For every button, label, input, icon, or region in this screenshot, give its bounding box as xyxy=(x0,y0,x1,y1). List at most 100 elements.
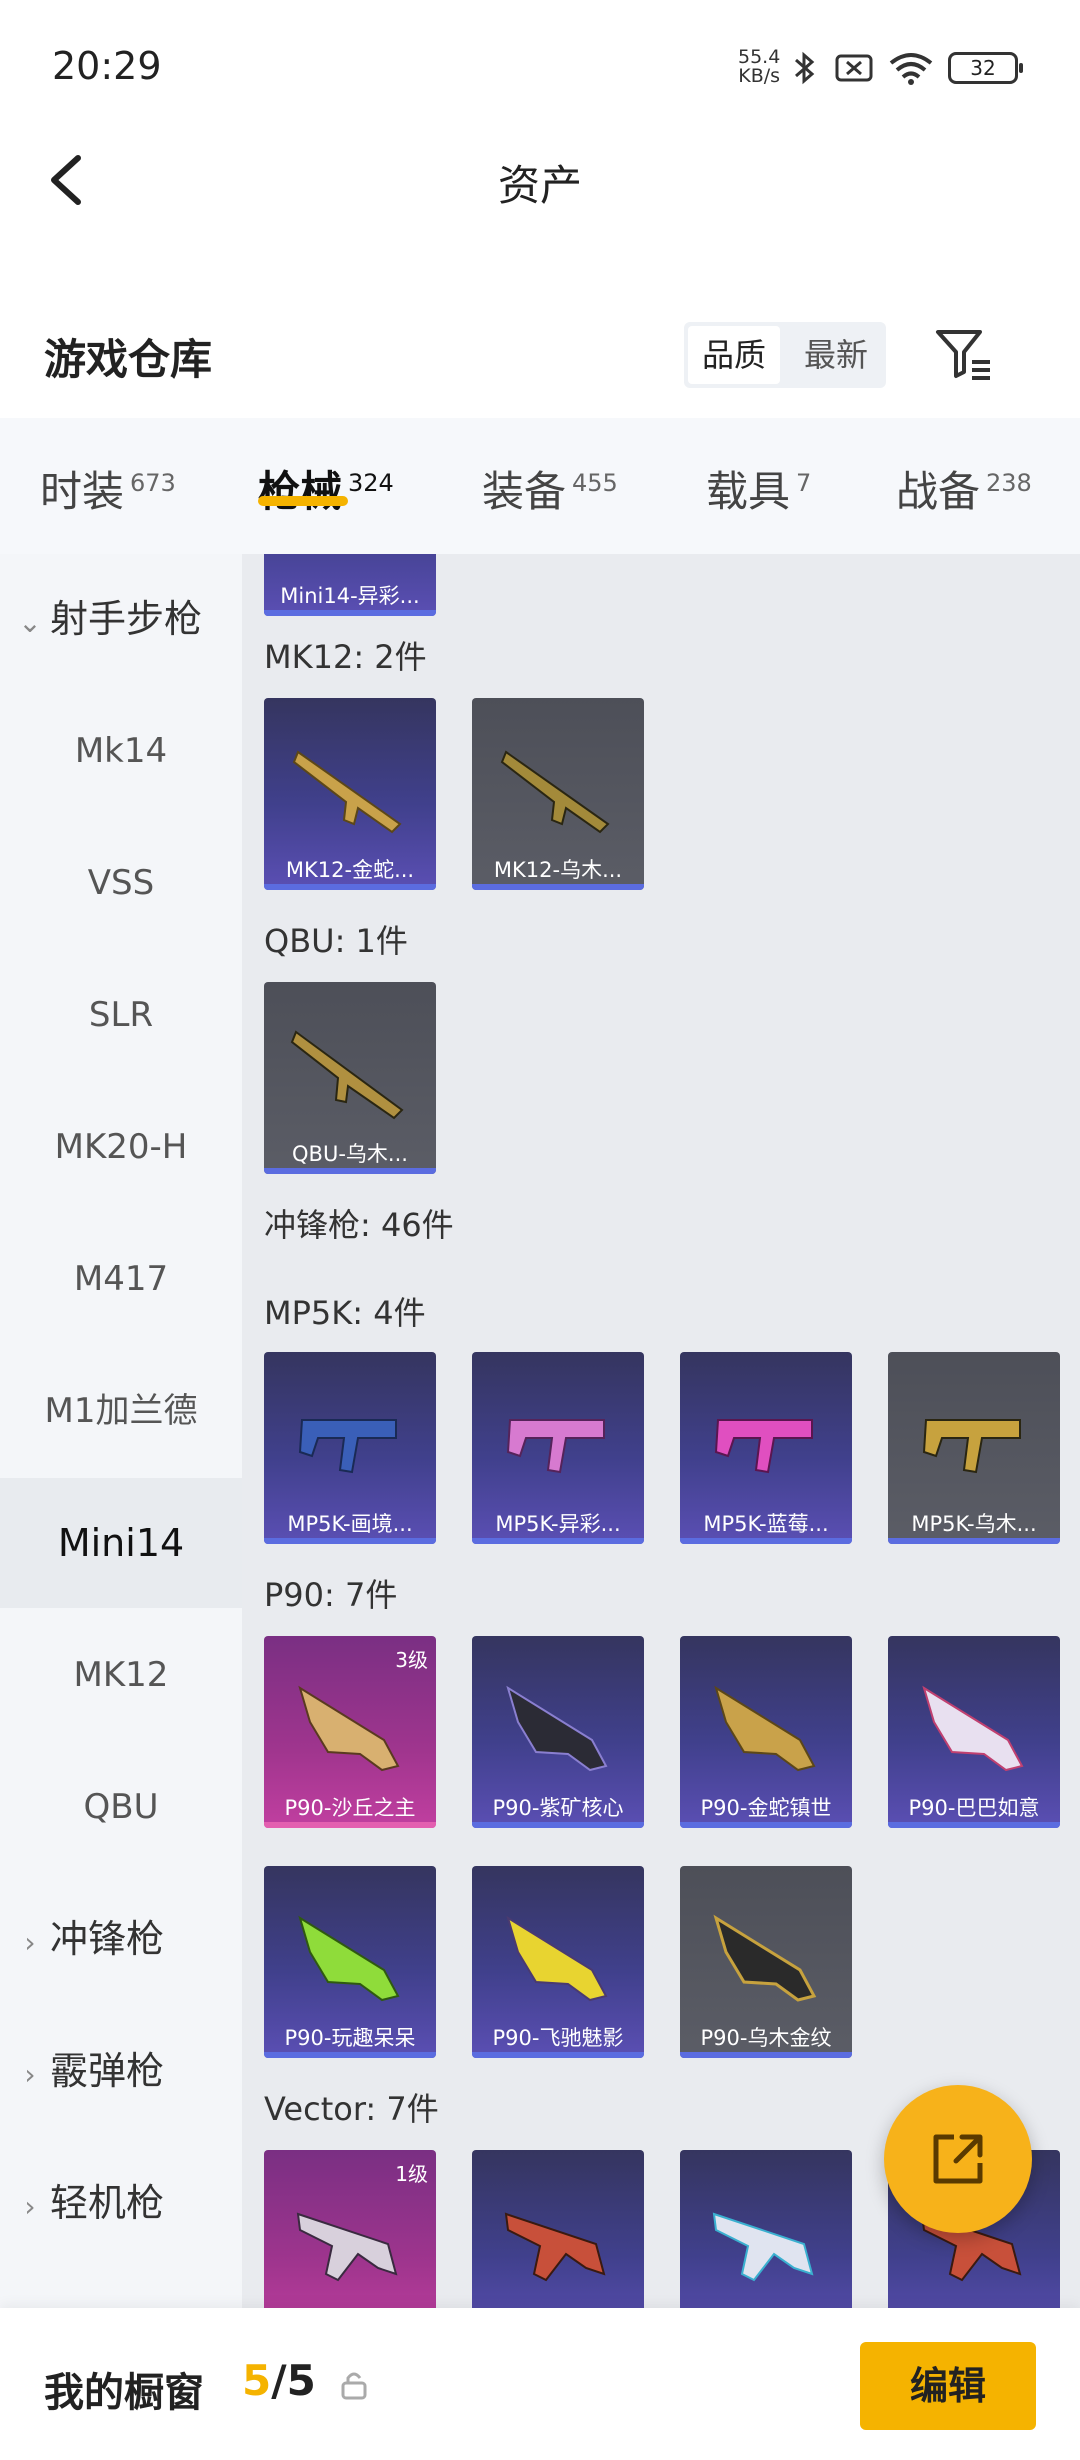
p90-icon xyxy=(714,1685,816,1772)
rarity-bar xyxy=(888,1822,1060,1828)
sidebar-item-label: 霰弹枪 xyxy=(50,2049,165,2093)
rarity-bar xyxy=(680,2052,852,2058)
rarity-bar xyxy=(472,884,644,890)
showcase-label: 我的橱窗 xyxy=(44,2370,204,2416)
rifle-icon xyxy=(290,1030,404,1120)
status-icons: 32 xyxy=(790,48,1023,88)
tab-equipment[interactable]: 装备 455 xyxy=(482,458,618,519)
weapon-name: P90-紫矿核心 xyxy=(492,1796,624,1820)
rarity-bar xyxy=(472,1538,644,1544)
weapon-card[interactable]: P90-金蛇镇世 xyxy=(680,1636,852,1828)
weapon-card[interactable]: 1级 xyxy=(264,2150,436,2309)
tab-firearms[interactable]: 枪械 324 xyxy=(258,458,394,519)
tab-count: 7 xyxy=(796,469,812,497)
tab-count: 673 xyxy=(130,469,176,497)
tab-fashion[interactable]: 时装 673 xyxy=(40,458,176,519)
weapon-card[interactable]: P90-巴巴如意 xyxy=(888,1636,1060,1828)
rarity-bar xyxy=(888,1538,1060,1544)
tab-vehicles[interactable]: 载具 7 xyxy=(706,458,811,519)
sidebar-item-mk20h[interactable]: MK20-H xyxy=(0,1082,242,1212)
showcase-count-total: /5 xyxy=(271,2356,316,2405)
weapon-name: P90-玩趣呆呆 xyxy=(284,2026,416,2050)
rifle-icon xyxy=(292,750,402,834)
weapon-card[interactable]: MK12-金蛇... xyxy=(264,698,436,890)
chevron-down-icon: ⌄ xyxy=(18,606,42,639)
weapon-name: MK12-乌木... xyxy=(493,858,623,882)
tab-count: 324 xyxy=(348,469,394,497)
level-badge: 1级 xyxy=(395,2162,428,2186)
section-label-p90: P90: 7件 xyxy=(264,1576,398,1614)
edit-button[interactable]: 编辑 xyxy=(860,2342,1036,2430)
sidebar-item-label: 轻机枪 xyxy=(50,2181,165,2225)
tab-label: 时装 xyxy=(40,467,125,516)
share-button[interactable] xyxy=(884,2085,1032,2233)
page-title: 资产 xyxy=(497,161,582,210)
p90-icon xyxy=(298,1915,400,2002)
weapon-card[interactable]: MK12-乌木... xyxy=(472,698,644,890)
sidebar-group-shotguns[interactable]: › 霰弹枪 xyxy=(0,2006,242,2136)
chevron-right-icon: › xyxy=(24,2058,36,2091)
battery-indicator: 32 xyxy=(948,52,1023,84)
no-sim-icon xyxy=(835,54,873,82)
weapon-card[interactable]: P90-紫矿核心 xyxy=(472,1636,644,1828)
weapon-name: P90-巴巴如意 xyxy=(908,1796,1040,1820)
warehouse-title: 游戏仓库 xyxy=(44,335,213,384)
rarity-bar xyxy=(264,1168,436,1174)
sidebar-group-marksman-rifles[interactable]: ⌄ 射手步枪 xyxy=(0,554,242,684)
tab-label: 战备 xyxy=(896,467,981,516)
section-label-smg: 冲锋枪: 46件 xyxy=(264,1206,454,1244)
sidebar-item-vss[interactable]: VSS xyxy=(0,818,242,948)
smg-icon xyxy=(298,1419,397,1474)
section-label-mp5k: MP5K: 4件 xyxy=(264,1294,426,1332)
vector-icon xyxy=(296,2212,398,2282)
sidebar-item-label: 冲锋枪 xyxy=(50,1917,165,1961)
rarity-bar xyxy=(680,1538,852,1544)
sort-quality[interactable]: 品质 xyxy=(688,326,781,384)
weapon-name: MP5K-蓝莓... xyxy=(703,1512,829,1536)
tab-label: 枪械 xyxy=(258,467,343,516)
weapon-card[interactable]: P90-乌木金纹 xyxy=(680,1866,852,2058)
sort-newest[interactable]: 最新 xyxy=(790,326,882,384)
weapon-card[interactable] xyxy=(680,2150,852,2309)
section-label-mk12: MK12: 2件 xyxy=(264,638,427,676)
sidebar-group-lmg[interactable]: › 轻机枪 xyxy=(0,2138,242,2268)
p90-icon xyxy=(298,1685,400,1772)
rarity-bar xyxy=(264,884,436,890)
weapon-card[interactable]: QBU-乌木... xyxy=(264,982,436,1174)
weapon-card[interactable]: Mini14-异彩... xyxy=(264,554,436,616)
weapon-card[interactable] xyxy=(472,2150,644,2309)
sidebar-group-smg[interactable]: › 冲锋枪 xyxy=(0,1874,242,2004)
lock-icon xyxy=(341,2372,367,2400)
weapon-card[interactable]: 3级 P90-沙丘之主 xyxy=(264,1636,436,1828)
bluetooth-icon xyxy=(795,51,815,85)
filter-icon[interactable] xyxy=(934,324,994,384)
smg-icon xyxy=(714,1419,813,1474)
wifi-icon xyxy=(889,53,933,85)
weapon-card[interactable]: MP5K-异彩... xyxy=(472,1352,644,1544)
smg-icon xyxy=(922,1419,1021,1474)
sidebar-item-mk14[interactable]: Mk14 xyxy=(0,686,242,816)
weapon-card[interactable]: MP5K-蓝莓... xyxy=(680,1352,852,1544)
section-label-vector: Vector: 7件 xyxy=(264,2090,439,2128)
p90-icon xyxy=(922,1685,1024,1772)
sidebar-item-m417[interactable]: M417 xyxy=(0,1214,242,1344)
weapon-card[interactable]: MP5K-画境... xyxy=(264,1352,436,1544)
weapon-name: P90-乌木金纹 xyxy=(700,2026,832,2050)
rifle-icon xyxy=(500,750,610,834)
weapon-grid: Mini14-异彩... MK12: 2件 MK12-金蛇... MK12-乌木… xyxy=(242,554,1080,2309)
weapon-card[interactable]: P90-玩趣呆呆 xyxy=(264,1866,436,2058)
net-speed-unit: KB/s xyxy=(738,65,781,87)
sidebar-item-mini14[interactable]: Mini14 xyxy=(0,1478,242,1608)
sidebar-item-qbu[interactable]: QBU xyxy=(0,1742,242,1872)
rarity-bar xyxy=(264,1822,436,1828)
weapon-card[interactable]: MP5K-乌木... xyxy=(888,1352,1060,1544)
sidebar-item-m1-garand[interactable]: M1加兰德 xyxy=(0,1346,242,1476)
tab-combat-gear[interactable]: 战备 238 xyxy=(896,458,1032,519)
weapon-card[interactable]: P90-飞驰魅影 xyxy=(472,1866,644,2058)
sidebar-item-mk12[interactable]: MK12 xyxy=(0,1610,242,1740)
weapon-name: P90-飞驰魅影 xyxy=(492,2026,624,2050)
external-link-icon xyxy=(933,2134,983,2184)
tab-label: 装备 xyxy=(482,467,567,516)
weapon-name: P90-沙丘之主 xyxy=(284,1796,416,1820)
sidebar-item-slr[interactable]: SLR xyxy=(0,950,242,1080)
